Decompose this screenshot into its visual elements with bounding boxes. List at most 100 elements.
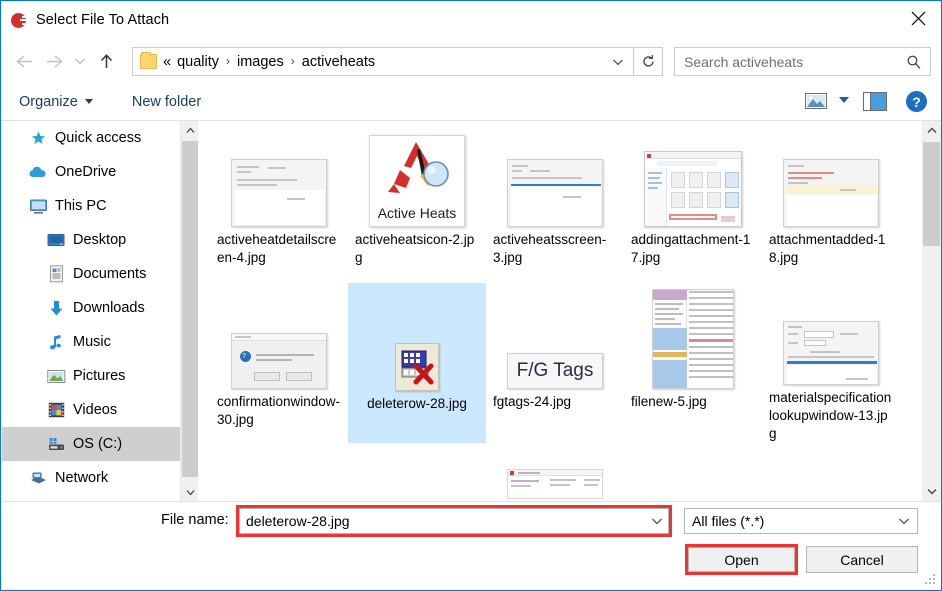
filename-dropdown-button[interactable] (646, 509, 668, 533)
up-button[interactable] (91, 46, 121, 76)
sidebar-item-label: This PC (55, 198, 107, 214)
file-item-selected[interactable]: deleterow-28.jpg (348, 283, 486, 443)
file-item[interactable]: Active Heats activeheatsicon-2.jpg (348, 129, 486, 281)
folder-icon (140, 52, 157, 69)
preview-pane-button[interactable] (863, 92, 887, 111)
thumbnail-text: F/G Tags (516, 360, 594, 381)
file-item[interactable]: activeheatdetailscreen-4.jpg (210, 129, 348, 281)
search-box[interactable]: Search activeheats (674, 47, 931, 76)
open-button[interactable]: Open (688, 547, 795, 572)
new-folder-button[interactable]: New folder (132, 94, 201, 110)
file-thumbnail: F/G Tags (486, 291, 624, 391)
file-thumbnail: ? (210, 291, 348, 391)
sidebar-item-os-c[interactable]: OS (C:) (2, 427, 180, 461)
monitor-icon (28, 196, 48, 216)
star-icon (28, 128, 48, 148)
file-item[interactable]: materialspecificationlookupwindow-13.jpg (762, 291, 900, 443)
arrow-up-icon (100, 53, 112, 68)
file-item[interactable]: F/G Tags fgtags-24.jpg (486, 291, 624, 443)
sidebar-item-pictures[interactable]: Pictures (2, 359, 180, 393)
drive-icon (46, 434, 66, 454)
change-view-button[interactable] (805, 92, 827, 111)
scroll-down-button[interactable] (181, 483, 199, 501)
desktop-icon (46, 230, 66, 250)
chevron-down-icon (84, 99, 93, 104)
refresh-icon (642, 55, 654, 67)
view-options-caret-icon[interactable] (839, 97, 849, 103)
file-item[interactable]: ? confirmationwindow-30.jpg (210, 291, 348, 443)
breadcrumb-separator: › (226, 53, 230, 68)
delete-row-icon (395, 343, 439, 391)
help-button[interactable]: ? (906, 91, 927, 112)
scrollbar-thumb[interactable] (182, 141, 198, 477)
chevron-down-icon (927, 489, 936, 495)
sidebar-item-this-pc[interactable]: This PC (2, 189, 180, 223)
address-dropdown-button[interactable] (611, 55, 625, 69)
scroll-up-button[interactable] (922, 121, 941, 140)
back-button[interactable] (9, 46, 39, 76)
sidebar-item-label: Pictures (73, 368, 126, 384)
file-item[interactable]: activeheatsscreen-3.jpg (486, 129, 624, 281)
download-arrow-icon (46, 298, 66, 318)
address-bar[interactable]: « quality › images › activeheats (132, 47, 634, 76)
file-item[interactable]: addingattachment-17.jpg (624, 129, 762, 281)
file-thumbnail (348, 283, 486, 393)
sidebar-item-videos[interactable]: Videos (2, 393, 180, 427)
sidebar-item-downloads[interactable]: Downloads (2, 291, 180, 325)
document-icon (46, 264, 66, 284)
refresh-button[interactable] (634, 47, 663, 76)
sidebar-item-network[interactable]: Network (2, 461, 180, 495)
resize-grip[interactable] (924, 574, 937, 587)
file-list-scrollbar[interactable] (922, 121, 941, 501)
sidebar-item-label: Downloads (73, 300, 145, 316)
search-input[interactable]: Search activeheats (684, 54, 803, 70)
chevron-down-icon (613, 59, 623, 66)
file-item-partial[interactable] (507, 469, 603, 499)
sidebar-item-desktop[interactable]: Desktop (2, 223, 180, 257)
breadcrumb-quality[interactable]: quality (174, 54, 222, 70)
file-name-input[interactable]: deleterow-28.jpg (239, 508, 669, 534)
organize-button[interactable]: Organize (19, 94, 93, 110)
file-type-select[interactable]: All files (*.*) (684, 508, 918, 534)
file-list[interactable]: activeheatdetailscreen-4.jpg Active Heat… (198, 121, 921, 501)
file-item[interactable]: filenew-5.jpg (624, 273, 762, 425)
sidebar-item-onedrive[interactable]: OneDrive (2, 155, 180, 189)
recent-locations-button[interactable] (69, 46, 91, 76)
breadcrumb-activeheats[interactable]: activeheats (299, 54, 378, 70)
file-picker-dialog: Select File To Attach « quality › images… (0, 0, 942, 591)
cancel-button[interactable]: Cancel (806, 546, 918, 573)
file-name-label: deleterow-28.jpg (367, 396, 467, 411)
arrow-left-icon (15, 54, 32, 68)
navigation-pane: Quick access OneDrive This PC Desktop Do… (2, 121, 180, 501)
title-bar: Select File To Attach (1, 1, 941, 39)
breadcrumb-separator: › (290, 53, 295, 68)
file-name-label: activeheatdetailscreen-4.jpg (217, 232, 337, 265)
file-name-label: filenew-5.jpg (631, 394, 707, 409)
sidebar-scrollbar[interactable] (180, 121, 198, 501)
window-title: Select File To Attach (36, 12, 170, 28)
file-item[interactable]: attachmentadded-18.jpg (762, 129, 900, 281)
breadcrumb-images[interactable]: images (234, 54, 287, 70)
sidebar-item-label: Desktop (73, 232, 127, 248)
file-name-label: attachmentadded-18.jpg (769, 232, 886, 265)
sidebar-item-music[interactable]: Music (2, 325, 180, 359)
forward-button[interactable] (39, 46, 69, 76)
file-thumbnail (210, 129, 348, 229)
music-note-icon (46, 332, 66, 352)
chevron-down-icon (75, 58, 85, 64)
organize-label: Organize (19, 93, 78, 110)
filetype-dropdown-button[interactable] (893, 509, 915, 533)
sidebar-item-quick-access[interactable]: Quick access (2, 121, 180, 155)
file-name-label: activeheatsscreen-3.jpg (493, 232, 607, 265)
chevron-down-icon (186, 489, 194, 495)
scroll-down-button[interactable] (922, 482, 941, 501)
close-button[interactable] (895, 1, 941, 35)
file-name-label: materialspecificationlookupwindow-13.jpg (769, 390, 892, 441)
sidebar-item-documents[interactable]: Documents (2, 257, 180, 291)
address-prefix: « (163, 53, 172, 70)
file-name-label: addingattachment-17.jpg (631, 232, 751, 265)
video-film-icon (46, 400, 66, 420)
file-name-label: fgtags-24.jpg (493, 394, 572, 409)
scroll-up-button[interactable] (181, 121, 199, 139)
scrollbar-thumb[interactable] (923, 142, 940, 246)
